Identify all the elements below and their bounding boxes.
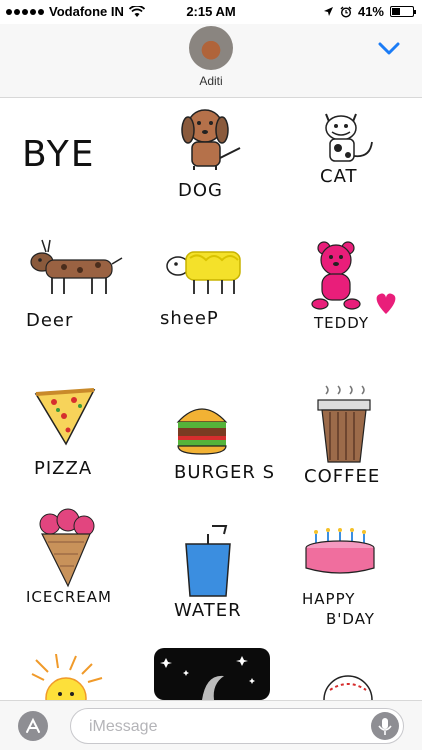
sticker-caption: BYE (22, 134, 95, 175)
sticker-caption: COFFEE (304, 466, 380, 487)
sticker-baseball[interactable] (318, 664, 378, 700)
sticker-caption: HAPPY (302, 590, 355, 608)
sticker-caption: sheeP (160, 308, 219, 329)
status-right: 41% (323, 4, 416, 19)
sticker-dog[interactable]: DOG (170, 104, 260, 204)
battery-percent: 41% (357, 4, 384, 19)
sticker-sheep[interactable]: sheeP (150, 238, 270, 338)
sticker-caption: Deer (26, 310, 73, 331)
sticker-caption: ICECREAM (26, 588, 112, 606)
sticker-caption: PIZZA (34, 458, 92, 479)
app-store-icon (26, 717, 40, 733)
microphone-button[interactable] (371, 712, 399, 740)
app-store-button[interactable] (18, 711, 48, 741)
sticker-caption: BURGER S (174, 462, 275, 483)
sticker-coffee[interactable]: COFFEE (300, 382, 410, 492)
sticker-deer[interactable]: Deer (22, 234, 132, 344)
sticker-pizza[interactable]: PIZZA (30, 382, 140, 482)
sticker-burgers[interactable]: BURGER S (170, 394, 280, 494)
battery-icon (390, 6, 416, 17)
imessage-input[interactable]: iMessage (70, 708, 404, 744)
sticker-teddy[interactable]: TEDDY (298, 236, 408, 346)
sticker-caption-2: B'DAY (326, 610, 375, 628)
sticker-bye[interactable]: BYE (18, 114, 118, 184)
sticker-caption: TEDDY (313, 314, 369, 332)
sticker-cat[interactable]: CAT (312, 106, 402, 196)
chevron-down-icon[interactable] (378, 42, 400, 56)
status-bar: Vodafone IN 2:15 AM 41% (0, 0, 422, 24)
microphone-icon (378, 718, 392, 735)
alarm-icon (340, 6, 352, 18)
sticker-caption: DOG (178, 180, 223, 201)
sticker-night[interactable] (154, 648, 270, 700)
sticker-sun[interactable] (26, 654, 126, 700)
battery-fill (392, 8, 401, 15)
sticker-happy-bday[interactable]: HAPPY B'DAY (296, 524, 406, 634)
sticker-caption: WATER (174, 600, 242, 621)
sticker-grid: BYE DOG CAT Deer sheeP TEDDY PIZZA BURGE… (0, 98, 422, 700)
conversation-header: Aditi (0, 24, 422, 98)
message-input-bar: iMessage (0, 700, 422, 750)
location-arrow-icon (323, 7, 333, 16)
contact-name[interactable]: Aditi (0, 74, 422, 88)
imessage-placeholder: iMessage (89, 718, 158, 735)
sticker-water[interactable]: WATER (172, 524, 272, 624)
sticker-caption: CAT (320, 166, 357, 187)
sticker-icecream[interactable]: ICECREAM (24, 506, 134, 606)
contact-avatar[interactable] (189, 26, 233, 70)
